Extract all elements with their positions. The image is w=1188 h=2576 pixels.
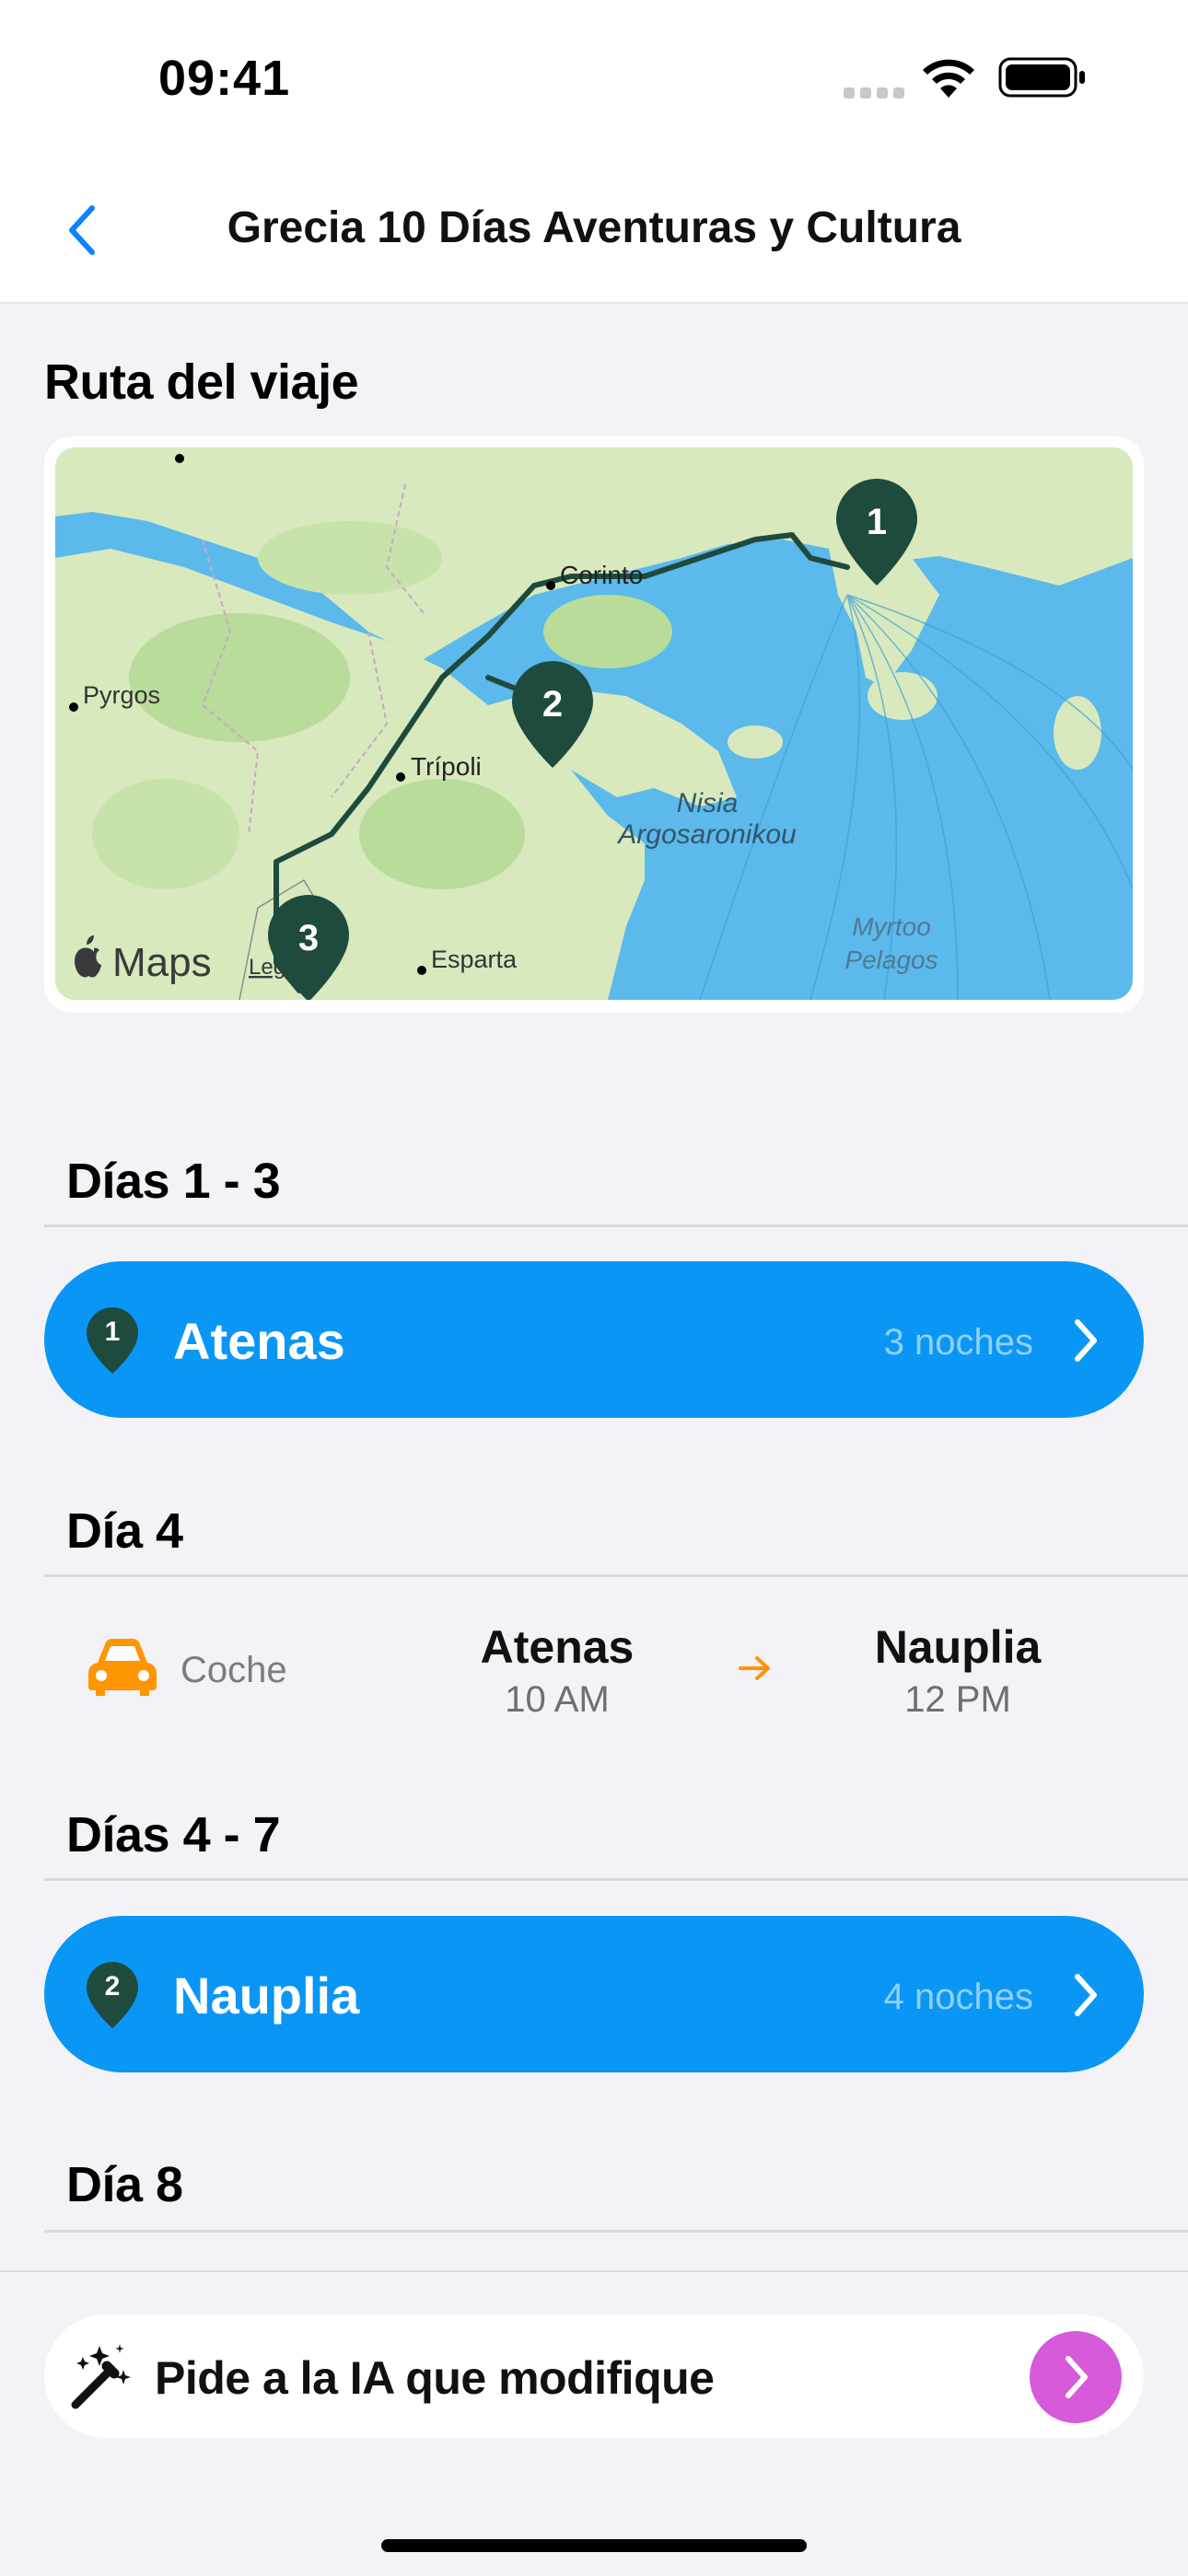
svg-text:2: 2	[542, 684, 563, 725]
chevron-right-icon	[1066, 1315, 1103, 1371]
map-label-nisia: Nisia	[677, 788, 739, 818]
map-label-pelagos: Pelagos	[844, 946, 938, 974]
stay-nights: 3 noches	[883, 1322, 1033, 1363]
svg-text:1: 1	[867, 502, 887, 542]
page-title: Grecia 10 Días Aventuras y Cultura	[227, 203, 961, 252]
stay-item-nauplia[interactable]: 2 Nauplia 4 noches	[44, 1916, 1144, 2072]
ai-prompt-placeholder: Pide a la IA que modifique	[155, 2352, 715, 2404]
divider	[44, 1878, 1188, 1881]
map-label-pyrgos: Pyrgos	[83, 681, 160, 709]
cellular-signal-icon	[844, 87, 910, 103]
status-time: 09:41	[158, 51, 291, 106]
divider	[44, 2230, 1188, 2233]
location-pin-icon: 2	[85, 1960, 140, 2035]
wifi-icon	[919, 53, 978, 104]
svg-text:2: 2	[105, 1971, 121, 2002]
map-label-tripoli: Trípoli	[411, 752, 482, 781]
svg-text:Maps: Maps	[112, 940, 212, 985]
origin-place: Atenas	[480, 1621, 635, 1673]
route-map[interactable]: Corinto Pyrgos Trípoli Esparta Nisia Arg…	[55, 447, 1133, 1000]
day-header: Día 8	[66, 2157, 183, 2212]
location-pin-icon: 1	[85, 1305, 140, 1380]
stay-city-name: Nauplia	[173, 1967, 360, 2025]
map-label-myrtoo: Myrtoo	[852, 912, 931, 941]
day-header: Días 4 - 7	[66, 1807, 281, 1862]
day-header: Día 4	[66, 1503, 183, 1559]
day-header: Días 1 - 3	[66, 1154, 281, 1209]
divider	[44, 1224, 1188, 1227]
ai-send-button[interactable]	[1030, 2331, 1122, 2423]
svg-text:1: 1	[105, 1317, 121, 1347]
svg-text:3: 3	[298, 918, 319, 958]
car-icon	[85, 1635, 160, 1702]
chevron-left-icon	[69, 205, 95, 255]
map-label-argosaronikou: Argosaronikou	[616, 819, 797, 850]
battery-icon	[998, 57, 1087, 102]
arrow-right-icon	[737, 1654, 774, 1688]
navigation-bar: Grecia 10 Días Aventuras y Cultura	[0, 157, 1188, 304]
chevron-right-icon	[1066, 2356, 1088, 2398]
transport-item[interactable]: Coche Atenas 10 AM Nauplia 12 PM	[44, 1593, 1144, 1740]
back-button[interactable]	[53, 203, 109, 258]
destination-time: 12 PM	[904, 1679, 1011, 1720]
map-city-dot	[175, 454, 184, 463]
magic-wand-icon	[64, 2340, 138, 2419]
origin-time: 10 AM	[505, 1679, 610, 1720]
status-bar: 09:41	[0, 0, 1188, 157]
map-label-corinto: Corinto	[560, 561, 643, 589]
home-indicator	[381, 2539, 807, 2552]
chevron-right-icon	[1066, 1969, 1103, 2025]
destination-place: Nauplia	[874, 1621, 1042, 1673]
stay-city-name: Atenas	[173, 1312, 345, 1370]
transport-mode: Coche	[181, 1650, 287, 1690]
map-label-esparta: Esparta	[431, 946, 518, 973]
route-section-title: Ruta del viaje	[44, 354, 359, 410]
divider	[44, 1574, 1188, 1577]
stay-nights: 4 noches	[883, 1977, 1033, 2017]
transport-destination: Nauplia 12 PM	[838, 1620, 1077, 1721]
route-map-card: Corinto Pyrgos Trípoli Esparta Nisia Arg…	[44, 436, 1144, 1013]
stay-item-atenas[interactable]: 1 Atenas 3 noches	[44, 1261, 1144, 1418]
ai-prompt-field[interactable]: Pide a la IA que modifique	[44, 2315, 1144, 2438]
transport-origin: Atenas 10 AM	[437, 1620, 677, 1721]
